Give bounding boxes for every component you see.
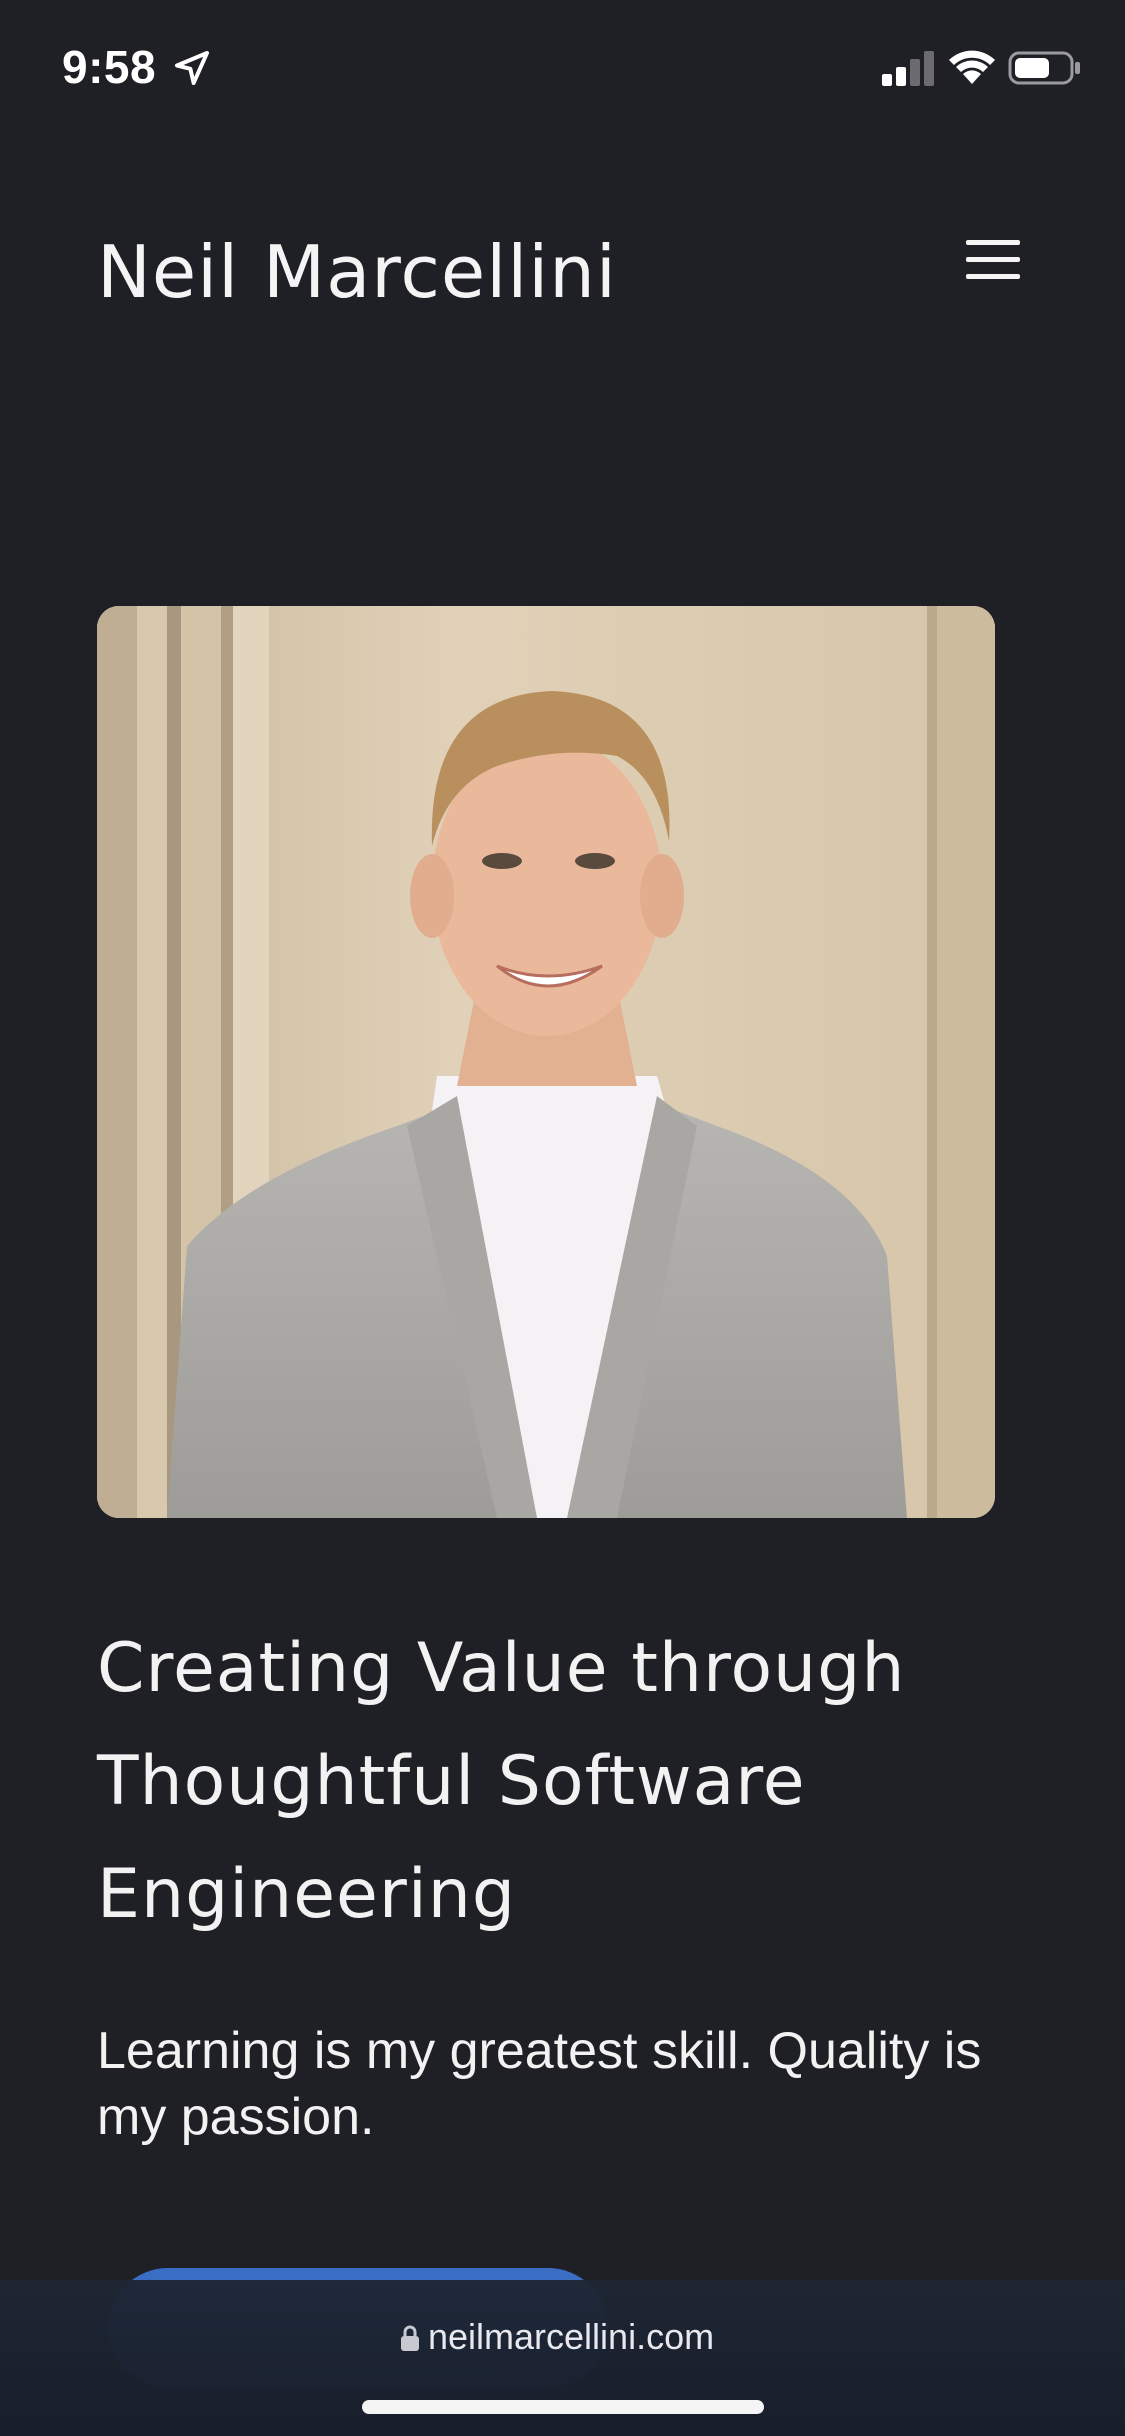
status-time: 9:58 bbox=[62, 41, 157, 93]
site-title[interactable]: Neil Marcellini bbox=[97, 230, 617, 314]
cellular-signal-icon bbox=[882, 51, 934, 86]
browser-url-bar[interactable]: neilmarcellini.com bbox=[0, 2280, 1125, 2436]
screen: 9:58 Neil Marcellini Creating Value thro… bbox=[0, 0, 1125, 2436]
url-text[interactable]: neilmarcellini.com bbox=[428, 2316, 714, 2358]
hero-tagline: Learning is my greatest skill. Quality i… bbox=[97, 2022, 982, 2146]
profile-photo bbox=[97, 606, 995, 1518]
site-header: Neil Marcellini bbox=[0, 200, 1125, 340]
battery-icon bbox=[1008, 51, 1080, 85]
menu-line bbox=[966, 257, 1020, 262]
hero-headline: Creating Value through Thoughtful Softwa… bbox=[97, 1629, 906, 1934]
location-arrow-icon bbox=[175, 51, 209, 85]
wifi-icon bbox=[949, 50, 995, 84]
lock-icon bbox=[401, 2325, 419, 2351]
hamburger-menu-icon[interactable] bbox=[958, 240, 1028, 290]
menu-line bbox=[966, 274, 1020, 279]
home-indicator[interactable] bbox=[362, 2400, 764, 2414]
menu-line bbox=[966, 240, 1020, 245]
status-bar: 9:58 bbox=[0, 0, 1125, 140]
